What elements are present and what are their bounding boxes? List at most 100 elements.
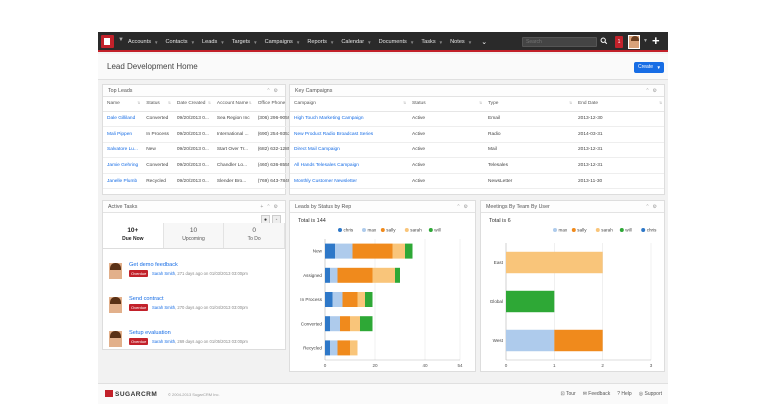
- chevron-down-icon[interactable]: ▼: [468, 40, 472, 45]
- chevron-down-icon[interactable]: ▼: [643, 38, 648, 44]
- bar-segment-max[interactable]: [506, 329, 555, 352]
- bar-segment-sally[interactable]: [337, 267, 373, 283]
- bar-segment-sarah[interactable]: [372, 267, 396, 283]
- more-menu-chevron-icon[interactable]: ⌄: [481, 38, 487, 46]
- nav-item[interactable]: Accounts ▼: [128, 39, 158, 45]
- chevron-down-icon[interactable]: ▼: [330, 40, 334, 45]
- bar-segment-will[interactable]: [405, 243, 413, 259]
- bar-segment-max[interactable]: [330, 316, 340, 332]
- bar-segment-will[interactable]: [365, 291, 373, 308]
- sort-icon[interactable]: ⇅: [659, 101, 662, 105]
- column-header[interactable]: Type ⇅: [484, 97, 574, 112]
- legend-swatch[interactable]: [571, 228, 576, 232]
- sort-icon[interactable]: ⇅: [403, 101, 406, 105]
- chevron-down-icon[interactable]: ▼: [253, 40, 257, 45]
- chevron-down-icon[interactable]: ▼: [657, 62, 661, 73]
- quick-create-plus-icon[interactable]: +: [652, 33, 660, 49]
- bar-segment-max[interactable]: [330, 267, 338, 283]
- dashlet-controls[interactable]: ⌃⚙: [645, 201, 660, 213]
- legend-label[interactable]: max: [368, 228, 377, 233]
- task-title-link[interactable]: Send contract: [129, 296, 164, 302]
- legend-label[interactable]: sarah: [410, 228, 422, 233]
- bar-segment-sarah[interactable]: [506, 251, 603, 274]
- legend-swatch[interactable]: [404, 228, 409, 232]
- bar-segment-sally[interactable]: [337, 340, 351, 356]
- dashlet-controls[interactable]: ⌃⚙: [645, 85, 660, 97]
- nav-item[interactable]: Notes ▼: [450, 39, 472, 45]
- task-user-link[interactable]: Sarah Smith: [152, 271, 175, 276]
- column-header[interactable]: Date Created ⇅: [172, 97, 213, 112]
- bar-segment-will[interactable]: [395, 267, 400, 283]
- column-header[interactable]: End Date ⇅: [574, 97, 664, 112]
- sort-icon[interactable]: ⇅: [569, 101, 572, 105]
- table-cell[interactable]: Jamie Gehring: [103, 157, 143, 174]
- bar-segment-sally[interactable]: [352, 243, 393, 259]
- bar-segment-chris[interactable]: [325, 291, 333, 308]
- task-user-link[interactable]: Sarah Smith: [152, 339, 175, 344]
- task-tab[interactable]: 10+ Due Now: [103, 223, 164, 248]
- search-input[interactable]: [522, 37, 597, 47]
- nav-item[interactable]: Documents ▼: [379, 39, 415, 45]
- dashlet-controls[interactable]: ⌃⚙: [266, 85, 281, 97]
- nav-item[interactable]: Targets ▼: [232, 39, 258, 45]
- legend-swatch[interactable]: [619, 228, 624, 232]
- bar-segment-chris[interactable]: [325, 316, 330, 332]
- bar-segment-chris[interactable]: [325, 340, 330, 356]
- task-user-link[interactable]: Sarah Smith: [152, 305, 175, 310]
- legend-swatch[interactable]: [380, 228, 385, 232]
- sort-icon[interactable]: ⇅: [479, 101, 482, 105]
- footer-link[interactable]: ✉ Feedback: [583, 391, 611, 397]
- sort-icon[interactable]: ⇅: [168, 101, 171, 105]
- create-button[interactable]: Create ▼: [634, 62, 664, 73]
- table-cell[interactable]: High Touch Marketing Campaign: [290, 111, 408, 128]
- table-cell[interactable]: Salvatore Lu...: [103, 142, 143, 159]
- nav-item[interactable]: Leads ▼: [202, 39, 225, 45]
- legend-label[interactable]: max: [559, 228, 568, 233]
- avatar[interactable]: [109, 331, 122, 347]
- bar-segment-sally[interactable]: [340, 316, 350, 332]
- nav-item[interactable]: Contacts ▼: [165, 39, 195, 45]
- bar-segment-sarah[interactable]: [350, 316, 360, 332]
- task-tab[interactable]: 10 Upcoming: [163, 223, 225, 248]
- dashlet-controls[interactable]: ⌃⚙: [456, 201, 471, 213]
- table-cell[interactable]: New Product Radio Broadcast Series: [290, 126, 408, 143]
- user-avatar[interactable]: [628, 35, 640, 49]
- table-cell[interactable]: Mali Pippen: [103, 126, 143, 143]
- column-header[interactable]: Account Name ⇅: [212, 97, 254, 112]
- chevron-down-icon[interactable]: ▼: [296, 40, 300, 45]
- legend-label[interactable]: sally: [577, 228, 587, 233]
- bar-segment-chris[interactable]: [325, 267, 330, 283]
- nav-item[interactable]: Reports ▼: [307, 39, 334, 45]
- chevron-down-icon[interactable]: ▼: [154, 40, 158, 45]
- task-tab[interactable]: 0 To Do: [224, 223, 286, 248]
- legend-swatch[interactable]: [362, 228, 366, 232]
- sort-icon[interactable]: ⇅: [249, 101, 252, 105]
- legend-swatch[interactable]: [553, 228, 557, 232]
- legend-label[interactable]: chris: [344, 228, 354, 233]
- legend-swatch[interactable]: [428, 228, 433, 232]
- bar-segment-chris[interactable]: [325, 243, 335, 259]
- legend-swatch[interactable]: [338, 228, 342, 232]
- chevron-down-icon[interactable]: ▼: [367, 40, 371, 45]
- table-cell[interactable]: Janelle Plumb: [103, 173, 143, 190]
- bar-segment-sally[interactable]: [342, 291, 358, 308]
- dashlet-controls[interactable]: +⌃⚙: [260, 201, 281, 213]
- footer-link[interactable]: ◎ Support: [639, 391, 662, 397]
- bar-segment-sarah[interactable]: [392, 243, 406, 259]
- task-title-link[interactable]: Get demo feedback: [129, 262, 178, 268]
- chevron-down-icon[interactable]: ▼: [191, 40, 195, 45]
- nav-item[interactable]: Campaigns ▼: [265, 39, 301, 45]
- avatar[interactable]: [109, 297, 122, 313]
- table-cell[interactable]: Monthly Customer Newsletter: [290, 173, 408, 190]
- table-cell[interactable]: Direct Mail Campaign: [290, 142, 408, 159]
- table-cell[interactable]: All Hands Telesales Campaign: [290, 157, 408, 174]
- chevron-down-icon[interactable]: ▼: [118, 37, 124, 43]
- footer-link[interactable]: ⊡ Tour: [560, 391, 575, 397]
- legend-label[interactable]: will: [434, 228, 440, 233]
- column-header[interactable]: Status ⇅: [142, 97, 173, 112]
- bar-segment-will[interactable]: [360, 316, 373, 332]
- chevron-down-icon[interactable]: ▼: [220, 40, 224, 45]
- bar-segment-will[interactable]: [506, 290, 555, 313]
- legend-swatch[interactable]: [595, 228, 600, 232]
- bar-segment-sarah[interactable]: [357, 291, 366, 308]
